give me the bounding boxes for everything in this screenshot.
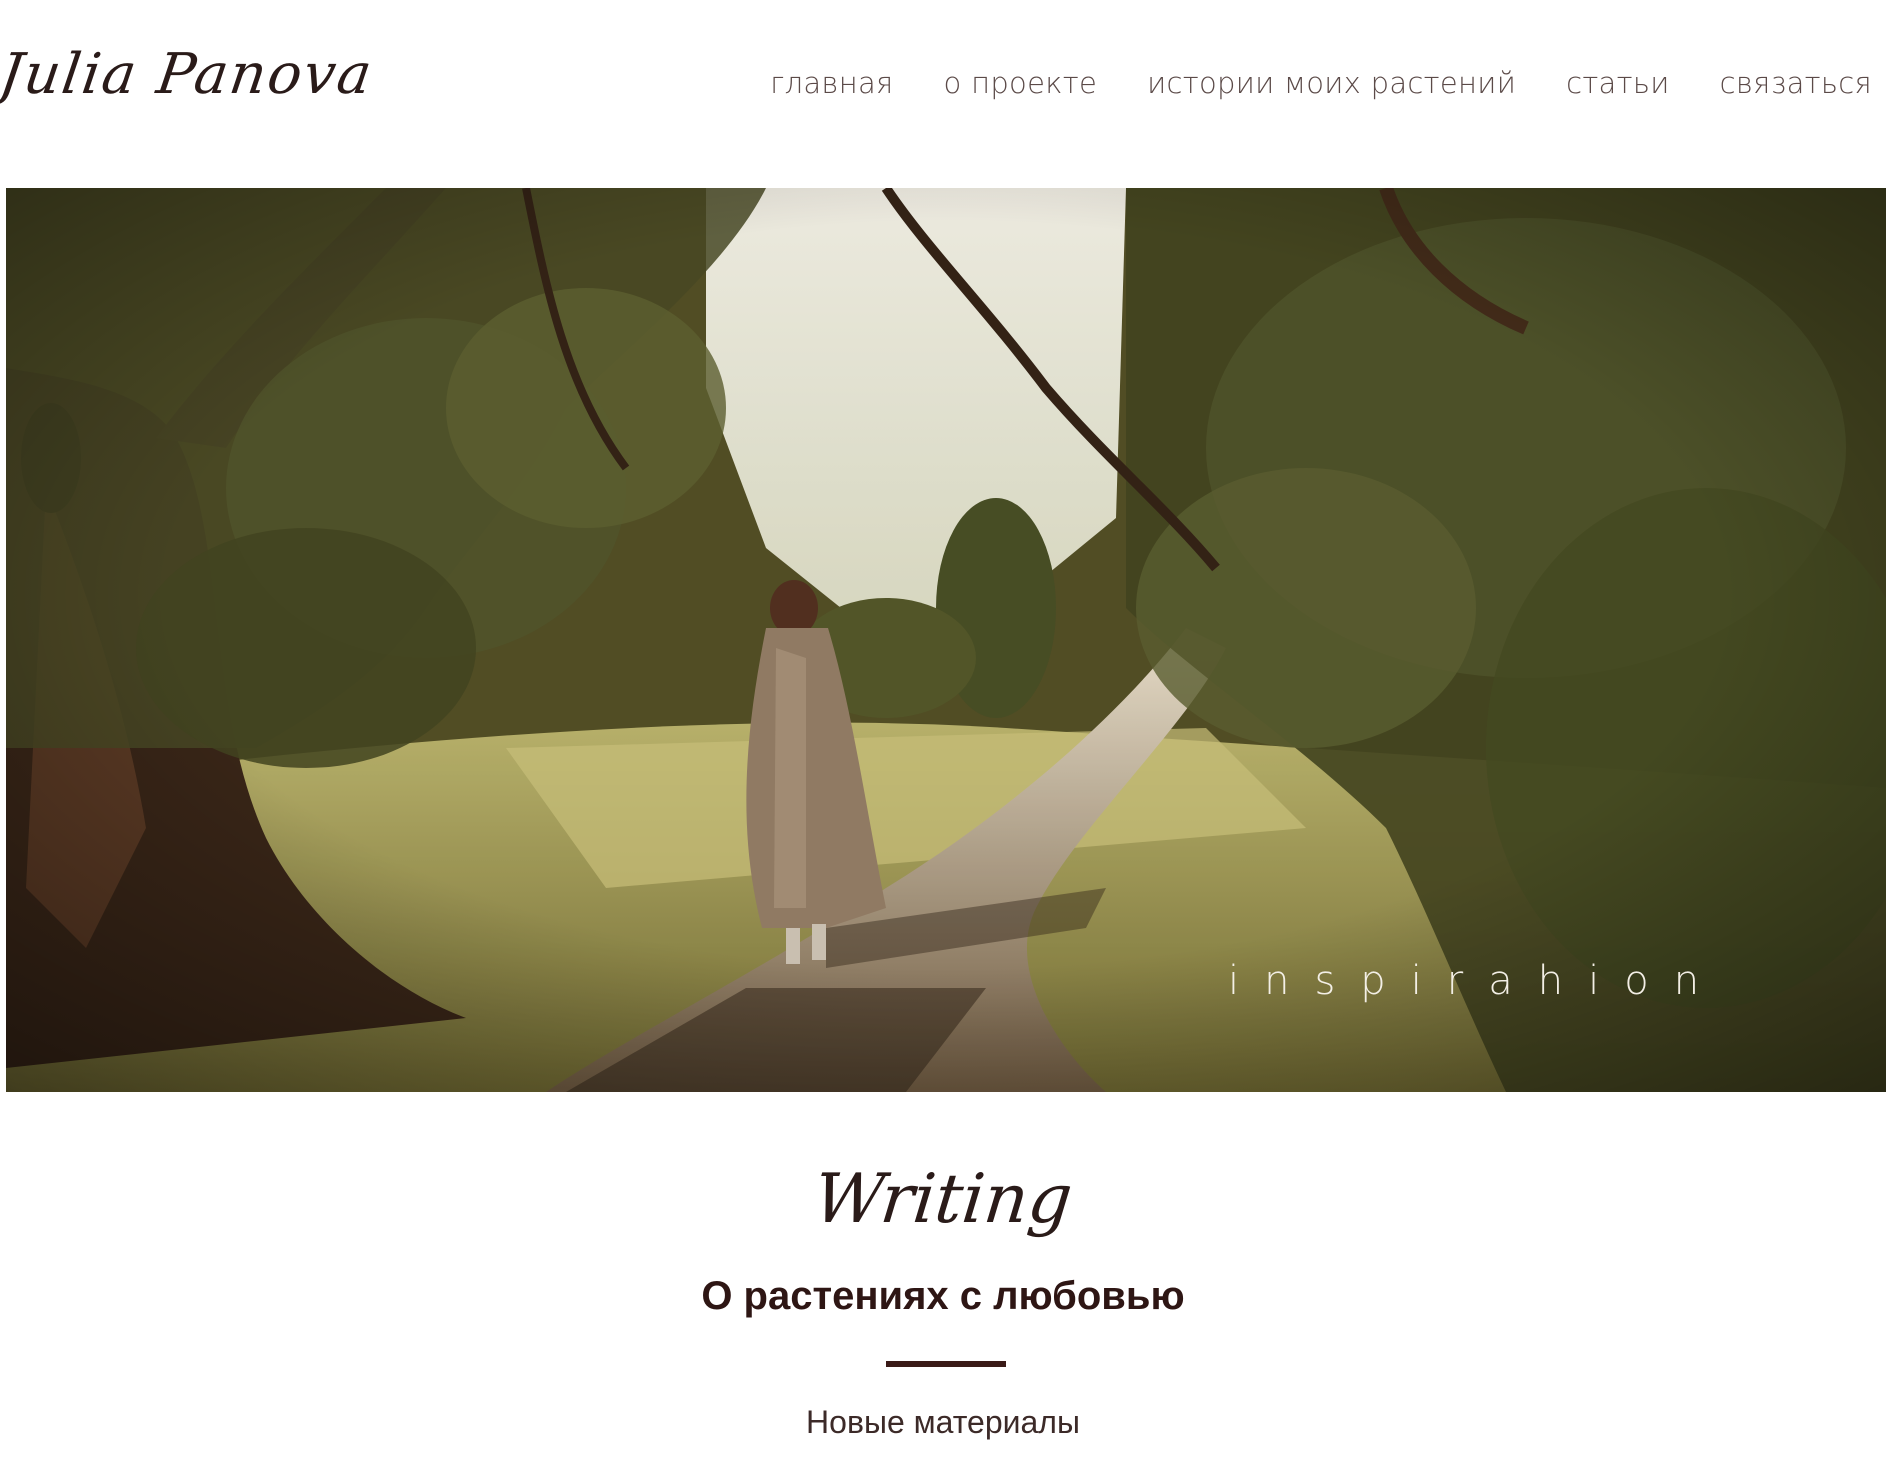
section-divider	[886, 1361, 1006, 1367]
nav-item-plant-stories[interactable]: истории моих растений	[1147, 66, 1516, 100]
site-header: Julia Panova главная о проекте истории м…	[0, 0, 1886, 188]
section-subhead: Новые материалы	[806, 1404, 1080, 1440]
section-script-title: Writing	[810, 1160, 1076, 1239]
main-nav: главная о проекте истории моих растений …	[770, 66, 1872, 100]
nav-item-articles[interactable]: статьи	[1566, 66, 1670, 100]
nav-item-about[interactable]: о проекте	[944, 66, 1098, 100]
nav-item-home[interactable]: главная	[770, 66, 894, 100]
hero-image: inspirahion	[6, 188, 1886, 1092]
hero-park-photo	[6, 188, 1886, 1092]
nav-item-contact[interactable]: связаться	[1720, 66, 1872, 100]
section-headline: О растениях с любовью	[701, 1274, 1185, 1318]
hero-caption: inspirahion	[1228, 958, 1725, 1004]
site-logo[interactable]: Julia Panova	[0, 42, 377, 107]
